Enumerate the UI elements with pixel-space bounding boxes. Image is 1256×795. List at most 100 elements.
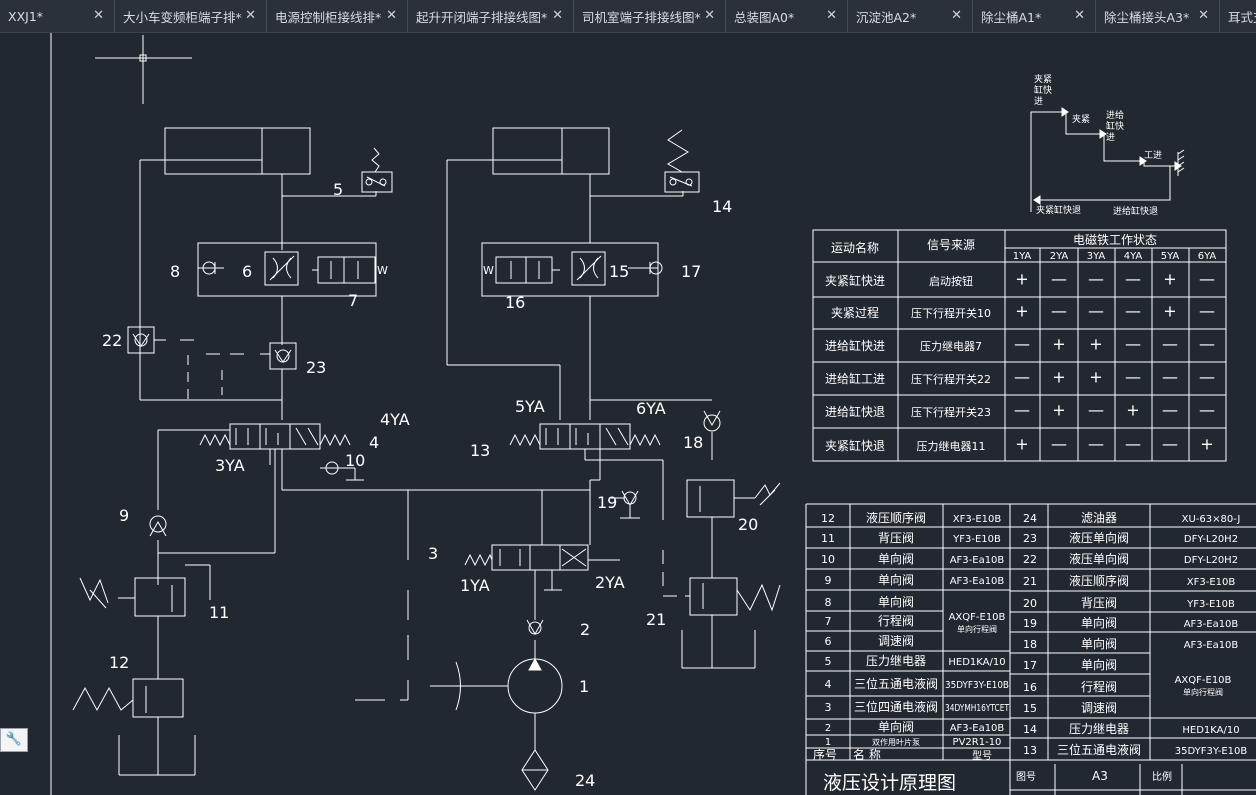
close-icon[interactable]: ✕ [951,8,962,24]
signal-cell: 压下行程开关23 [911,405,991,419]
part-no: 19 [1023,617,1037,630]
tab-dust-bucket-joint-a3[interactable]: 除尘桶接头A3* ✕ [1096,0,1220,32]
tab-hoist-terminal[interactable]: 起升开闭端子排接线图* ✕ [408,0,574,32]
part-no: 8 [825,596,832,609]
merged-model-sub: 单向行程阀 [957,624,997,634]
tab-cab-terminal[interactable]: 司机室端子排接线图* ✕ [574,0,726,32]
table-header: 运动名称 [831,240,879,255]
label-w-left: W [377,264,388,277]
state-cell: — [1199,302,1215,321]
title-value: A3 [1092,769,1108,783]
header-model: 型号 [972,749,992,762]
tab-settling-tank-a2[interactable]: 沉淀池A2* ✕ [848,0,973,32]
motion-cell: 进给缸快进 [825,338,885,353]
close-icon[interactable]: ✕ [93,8,104,24]
label-1: 1 [579,677,589,696]
label-10: 10 [345,451,365,470]
label-5ya: 5YA [515,397,545,416]
part-model: 35DYF3Y-E10B [945,680,1009,691]
state-cell: — [1199,368,1215,387]
part-no: 21 [1023,575,1037,588]
state-cell: — [1088,270,1104,289]
state-cell: + [1126,401,1139,420]
label-6ya: 6YA [636,399,666,418]
label-1ya: 1YA [460,576,490,595]
signal-cell: 启动按钮 [929,274,973,288]
motion-cell: 夹紧过程 [831,305,879,320]
state-cell: — [1125,302,1141,321]
cycle-label: 工进 [1144,150,1162,161]
tab-label: 除尘桶A1* [981,9,1042,25]
tab-ear-support[interactable]: 耳式支 [1220,0,1256,32]
wrench-icon[interactable]: 🔧 [0,728,28,752]
part-no: 22 [1023,553,1037,566]
close-icon[interactable]: ✕ [704,8,715,24]
tab-xxj1[interactable]: XXJ1* ✕ [0,0,115,32]
state-cell: — [1088,302,1104,321]
part-model: XU-63×80-J [1182,514,1241,525]
part-name: 压力继电器 [1069,722,1129,736]
part-name: 液压顺序阀 [1069,573,1129,588]
part-no: 20 [1023,597,1037,610]
tab-dust-bucket-a1[interactable]: 除尘桶A1* ✕ [973,0,1096,32]
state-cell: + [1200,435,1213,454]
motion-cell: 进给缸工进 [825,371,885,386]
label-3: 3 [428,544,438,563]
part-name: 三位五通电液阀 [854,676,938,691]
state-cell: — [1014,335,1030,354]
part-name: 单向阀 [1081,615,1117,630]
cycle-label: 进给缸快退 [1113,205,1158,217]
label-4: 4 [369,433,379,452]
state-cell: + [1052,335,1065,354]
ya-header: 1YA [1013,251,1032,262]
part-model: HED1KA/10 [1182,725,1239,736]
part-model: DFY-L20H2 [1184,534,1238,545]
ya-header: 3YA [1087,251,1106,262]
merged-model-sub: 单向行程阀 [1183,687,1223,697]
tab-crane-vfd-terminal[interactable]: 大小车变频柜端子排* ✕ [115,0,267,32]
state-cell: + [1015,270,1028,289]
part-name: 双作用叶片泵 [872,737,920,747]
close-icon[interactable]: ✕ [386,8,397,24]
tab-assembly-a0[interactable]: 总装图A0* ✕ [726,0,848,32]
label-21: 21 [646,610,666,629]
drawing-canvas[interactable]: 5 14 8 6 7 16 15 17 22 23 4YA 5YA 6YA 3Y… [0,33,1256,795]
part-name: 行程阀 [1081,679,1117,694]
part-no: 2 [825,723,831,734]
part-name: 单向阀 [878,572,914,587]
state-cell: — [1014,401,1030,420]
cycle-label: 缸快 [1034,84,1052,96]
state-cell: — [1088,401,1104,420]
state-cell: — [1162,401,1178,420]
cycle-label: 进给 [1106,109,1124,121]
cycle-label: 进 [1106,132,1115,143]
part-name: 液压单向阀 [1069,551,1129,566]
signal-cell: 压力继电器7 [920,340,982,353]
close-icon[interactable]: ✕ [1074,8,1085,24]
state-cell: — [1125,368,1141,387]
close-icon[interactable]: ✕ [552,8,563,24]
signal-cell: 压下行程开关10 [911,306,991,320]
close-icon[interactable]: ✕ [245,8,256,24]
part-model: 35DYF3Y-E10B [1175,746,1248,757]
part-model: AF3-Ea10B [1184,619,1239,630]
part-name: 背压阀 [1081,596,1117,610]
label-8: 8 [170,262,180,281]
label-17: 17 [681,262,701,281]
part-name: 三位五通电液阀 [1057,742,1141,757]
state-cell: + [1052,368,1065,387]
part-no: 24 [1023,512,1037,525]
motion-cell: 夹紧缸快退 [825,438,885,453]
state-cell: + [1015,435,1028,454]
part-model: AF3-Ea10B [950,555,1005,566]
part-model: AF3-Ea10B [1184,640,1239,651]
signal-cell: 压下行程开关22 [911,372,991,386]
close-icon[interactable]: ✕ [1198,8,1209,24]
part-model: 34DYMH16YTCET [945,703,1010,714]
state-cell: — [1162,335,1178,354]
close-icon[interactable]: ✕ [826,8,837,24]
label-19: 19 [597,493,617,512]
tab-power-control-terminal[interactable]: 电源控制柜接线排* ✕ [267,0,408,32]
part-no: 13 [1023,744,1037,757]
state-cell: — [1125,435,1141,454]
